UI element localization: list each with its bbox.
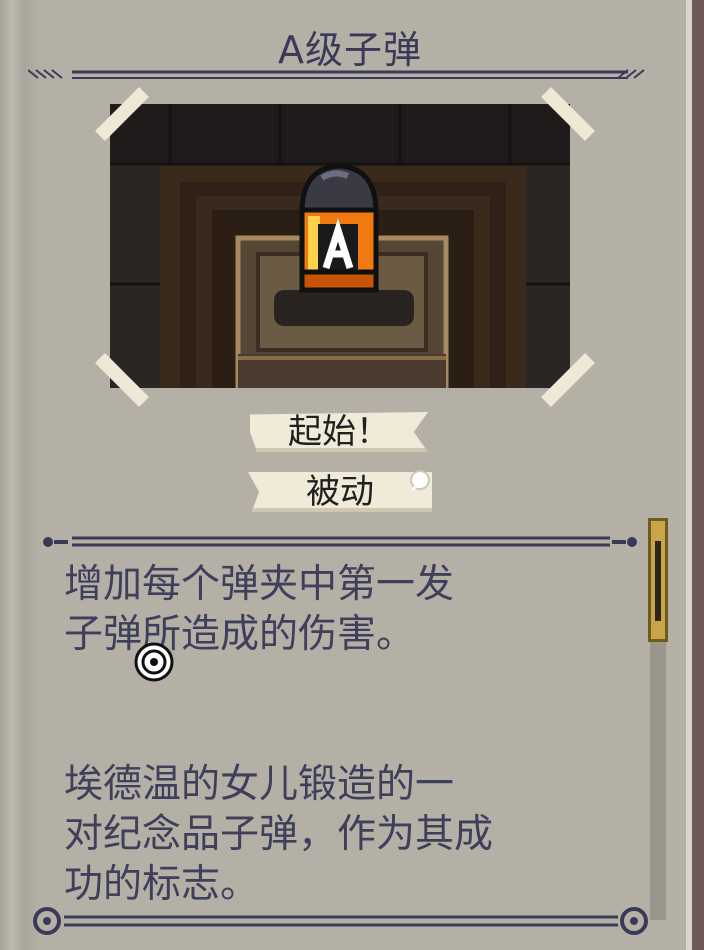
- item-description: 增加每个弹夹中第一发 子弹所造成的伤害。 埃德温的女儿锻造的一 对纪念品子弹，作…: [64, 560, 624, 900]
- description-scroll-thumb[interactable]: [648, 518, 668, 642]
- frame-corner-bottom-right: [541, 353, 595, 407]
- speech-bubble-icon: [410, 470, 430, 492]
- title-underline: [28, 69, 645, 79]
- starter-tag: 起始！: [250, 412, 428, 452]
- lore-line: 功的标志。: [64, 862, 260, 900]
- frame-corner-bottom-left: [95, 353, 149, 407]
- description-bottom-rule: [33, 907, 648, 935]
- bullet-a-icon: [299, 163, 379, 293]
- reticle-cursor-icon: [134, 642, 174, 682]
- lore-line: 对纪念品子弹，作为其成: [64, 812, 494, 857]
- description-top-rule: [43, 536, 637, 547]
- item-portrait-frame: [110, 104, 570, 388]
- lore-line: 埃德温的女儿锻造的一: [64, 762, 455, 807]
- frame-corner-top-right: [541, 87, 595, 141]
- description-line: 增加每个弹夹中第一发: [64, 562, 455, 607]
- frame-corner-top-left: [95, 87, 149, 141]
- ammonomicon-page: A级子弹 起始！ 被动 增加每个弹夹中第一发 子弹所造成的伤害。 埃德温的女儿锻…: [0, 0, 692, 950]
- passive-tag: 被动: [248, 472, 432, 512]
